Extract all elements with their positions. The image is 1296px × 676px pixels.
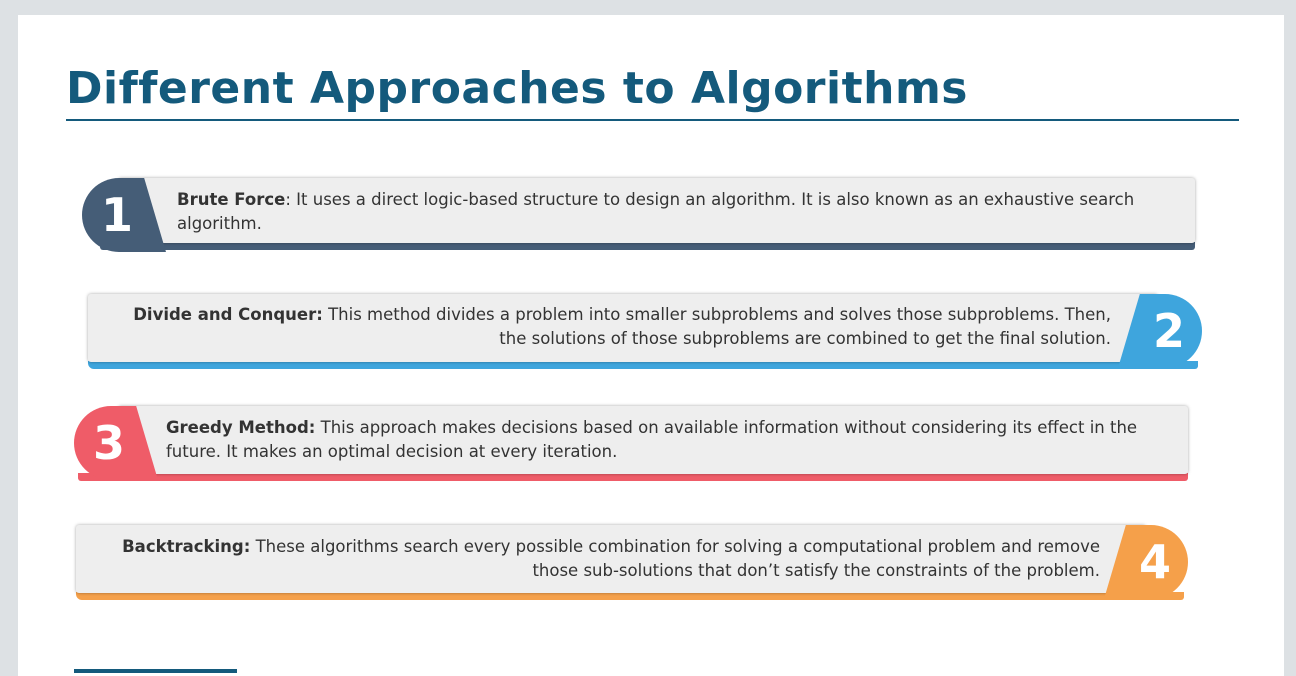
slide-title: Different Approaches to Algorithms — [66, 63, 968, 114]
slide: Different Approaches to Algorithms 1 Bru… — [18, 15, 1284, 676]
item-number: 2 — [1152, 304, 1185, 358]
item-term: Greedy Method: — [166, 418, 316, 437]
footer-accent-line — [74, 669, 237, 673]
item-accent-bar — [76, 592, 1184, 600]
item-number: 3 — [92, 416, 125, 470]
item-number: 1 — [100, 188, 133, 242]
item-description: It uses a direct logic-based structure t… — [177, 190, 1135, 233]
item-description: These algorithms search every possible c… — [255, 537, 1100, 580]
item-text: Greedy Method: This approach makes decis… — [166, 416, 1176, 464]
item-text: Divide and Conquer: This method divides … — [123, 303, 1111, 351]
item-accent-bar — [100, 242, 1195, 250]
item-number: 4 — [1138, 535, 1171, 589]
title-underline — [66, 119, 1239, 121]
item-accent-bar — [78, 473, 1188, 481]
item-term: Backtracking: — [122, 537, 251, 556]
item-separator: : — [285, 190, 297, 209]
item-term: Divide and Conquer: — [133, 305, 323, 324]
item-description: This method divides a problem into small… — [328, 305, 1111, 348]
item-accent-bar — [88, 361, 1198, 369]
item-text: Backtracking: These algorithms search ev… — [114, 535, 1100, 583]
item-term: Brute Force — [177, 190, 286, 209]
item-text: Brute Force: It uses a direct logic-base… — [177, 188, 1177, 236]
